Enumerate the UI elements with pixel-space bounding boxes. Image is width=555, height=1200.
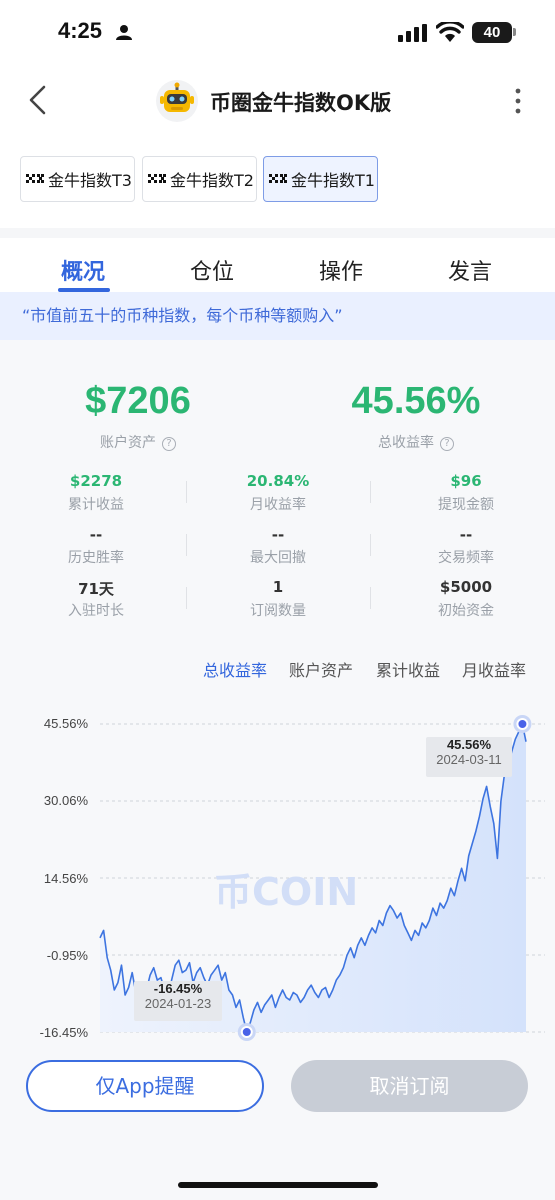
min-value-text: -16.45% — [153, 981, 203, 996]
account-assets-value: $7206 — [85, 380, 191, 422]
stat-label-tenure: 入驻时长 — [68, 603, 124, 619]
index-tab-label: 金牛指数T3 — [48, 171, 132, 190]
min-value-tooltip: -16.45% 2024-01-23 — [134, 981, 222, 1021]
chart-tab-total-return[interactable]: 总收益率 — [203, 657, 267, 681]
stat-value-tenure: 71天 — [78, 580, 114, 598]
section-divider — [0, 228, 555, 238]
index-tab-t2[interactable]: 金牛指数T2 — [142, 156, 257, 202]
min-point — [240, 1026, 253, 1038]
coin-watermark: 币COIN — [214, 870, 358, 914]
stat-label-withdrawn: 提现金额 — [438, 497, 494, 513]
person-icon — [116, 25, 132, 40]
stat-label-monthly-return: 月收益率 — [250, 497, 306, 513]
status-time: 4:25 — [58, 18, 103, 43]
robot-icon — [160, 82, 194, 112]
chart-tab-monthly-return[interactable]: 月收益率 — [462, 657, 526, 681]
stat-value-withdrawn: $96 — [450, 472, 482, 490]
help-icon[interactable]: ? — [162, 437, 176, 451]
tab-posts[interactable]: 发言 — [448, 254, 492, 286]
min-date-text: 2024-01-23 — [144, 996, 212, 1011]
battery-cap — [513, 28, 516, 36]
signal-icon — [398, 24, 427, 42]
stat-divider — [370, 587, 371, 609]
bot-avatar — [156, 80, 198, 122]
battery-indicator: 40 — [472, 22, 512, 43]
max-date-text: 2024-03-11 — [436, 752, 502, 767]
tab-operations[interactable]: 操作 — [319, 254, 363, 286]
stat-divider — [370, 481, 371, 503]
stat-label-win-rate: 历史胜率 — [68, 550, 124, 566]
stat-divider — [186, 587, 187, 609]
stat-label-initial-capital: 初始资金 — [438, 603, 494, 619]
page-title: 币圈金牛指数OK版 — [210, 91, 392, 115]
index-tab-t1[interactable]: 金牛指数T1 — [263, 156, 378, 202]
help-icon[interactable]: ? — [440, 437, 454, 451]
total-return-label-text: 总收益率 — [378, 435, 434, 451]
index-tab-label: 金牛指数T2 — [170, 171, 254, 190]
okx-logo-icon — [269, 174, 287, 183]
stat-value-initial-capital: $5000 — [439, 578, 493, 596]
tab-positions[interactable]: 仓位 — [190, 254, 234, 286]
stat-value-monthly-return: 20.84% — [246, 472, 310, 490]
stat-value-subscriptions: 1 — [272, 578, 284, 596]
stat-divider — [370, 534, 371, 556]
stat-divider — [186, 534, 187, 556]
stat-label-trade-frequency: 交易频率 — [438, 550, 494, 566]
index-tab-t3[interactable]: 金牛指数T3 — [20, 156, 135, 202]
stat-label-cumulative-profit: 累计收益 — [68, 497, 124, 513]
stat-value-max-drawdown: -- — [271, 526, 285, 544]
stat-divider — [186, 481, 187, 503]
unsubscribe-button[interactable]: 取消订阅 — [291, 1060, 528, 1112]
status-bar: 4:25 40 — [0, 0, 555, 60]
okx-logo-icon — [26, 174, 44, 183]
app-header: 币圈金牛指数OK版 — [0, 70, 555, 132]
main-tabs: 概况 仓位 操作 发言 — [0, 246, 555, 292]
max-value-tooltip: 45.56% 2024-03-11 — [426, 737, 512, 777]
strategy-description: “市值前五十的币种指数，每个币种等额购入” — [0, 292, 555, 340]
okx-logo-icon — [148, 174, 166, 183]
account-assets-label: 账户资产? — [28, 432, 248, 452]
back-arrow-icon[interactable] — [20, 82, 56, 118]
total-return-value: 45.56% — [351, 380, 481, 422]
home-indicator — [178, 1182, 378, 1188]
more-vertical-icon[interactable] — [508, 86, 528, 116]
app-notify-button[interactable]: 仅App提醒 — [26, 1060, 264, 1112]
return-chart: 45.56% 30.06% 14.56% -0.95% -16.45% 币COI… — [0, 700, 555, 1050]
total-return-label: 总收益率? — [306, 432, 526, 452]
wifi-icon — [436, 22, 464, 42]
max-value-text: 45.56% — [446, 737, 492, 752]
stat-value-win-rate: -- — [89, 526, 103, 544]
stat-value-trade-frequency: -- — [459, 526, 473, 544]
tab-overview[interactable]: 概况 — [61, 254, 105, 286]
chart-tab-cumulative-profit[interactable]: 累计收益 — [376, 657, 440, 681]
chart-tab-account-assets[interactable]: 账户资产 — [289, 657, 353, 681]
max-point — [516, 718, 529, 730]
stat-value-cumulative-profit: $2278 — [69, 472, 123, 490]
stat-label-subscriptions: 订阅数量 — [250, 603, 306, 619]
stat-label-max-drawdown: 最大回撤 — [250, 550, 306, 566]
index-tab-label: 金牛指数T1 — [291, 171, 375, 190]
account-assets-label-text: 账户资产 — [100, 435, 156, 451]
